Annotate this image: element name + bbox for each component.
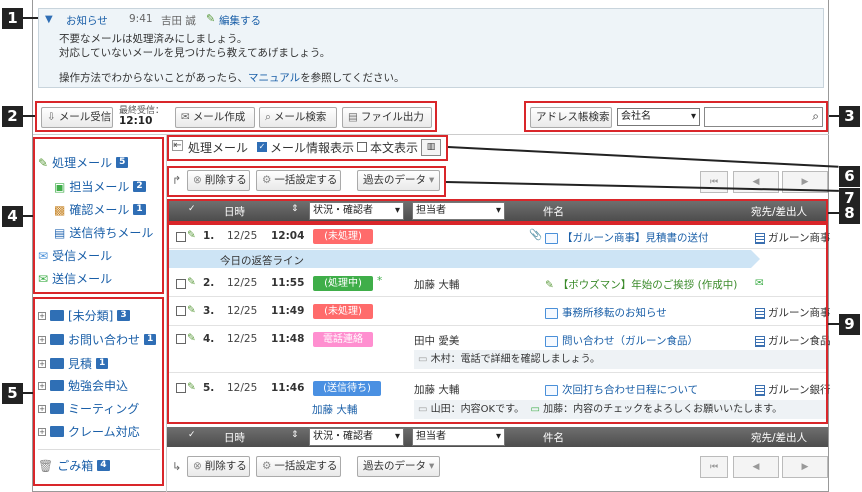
notice-author: 吉田 誠 [161, 15, 196, 27]
past-data-button-bottom[interactable]: 過去のデータ ▾ [357, 456, 440, 477]
footer-select-all[interactable]: ✓ [188, 430, 196, 440]
callout-box-2 [35, 101, 437, 132]
footer-sender[interactable]: 宛先/差出人 [751, 430, 807, 445]
marker-4: 4 [2, 206, 23, 227]
pencil-icon: ✎ [206, 12, 216, 25]
footer-subject[interactable]: 件名 [543, 430, 564, 445]
marker-8: 8 [839, 203, 860, 224]
footer-assignee-select[interactable]: 担当者 [412, 428, 505, 446]
notice-line1: 不要なメールは処理済みにしましょう。 [59, 33, 248, 45]
marker-2: 2 [2, 106, 23, 127]
notice-line3-pre: 操作方法でわからないことがあったら、 [59, 72, 248, 84]
callout-box-9 [167, 223, 828, 424]
delete-label: 削除する [204, 460, 247, 472]
marker-6: 6 [839, 166, 860, 187]
past-data-label: 過去のデータ [363, 460, 426, 472]
marker-8-line [828, 212, 839, 214]
marker-3: 3 [839, 106, 860, 127]
table-footer-header: ✓ 日時 ⇕ 状況・確認者 担当者 件名 宛先/差出人 [167, 427, 828, 447]
bulk-set-button-bottom[interactable]: ⚙ 一括設定する [256, 456, 341, 477]
notice-line3: 操作方法でわからないことがあったら、マニュアルを参照してください。 [59, 70, 405, 85]
marker-1-line [23, 17, 38, 19]
notice-line3-post: を参照してください。 [300, 72, 405, 84]
marker-1: 1 [2, 8, 23, 29]
callout-box-4 [33, 137, 164, 294]
marker-4-line [23, 215, 33, 217]
callout-box-8 [167, 199, 828, 223]
collapse-icon[interactable]: ▼ [45, 14, 53, 25]
delete-button-bottom[interactable]: ⊗ 削除する [187, 456, 250, 477]
notice-title[interactable]: お知らせ [66, 13, 108, 28]
footer-status-select[interactable]: 状況・確認者 [309, 428, 404, 446]
marker-9: 9 [839, 314, 860, 335]
first-page-button[interactable]: ⏮ [700, 171, 728, 193]
first-page-button-bottom[interactable]: ⏮ [700, 456, 728, 478]
manual-link[interactable]: マニュアル [248, 72, 300, 84]
delete-icon: ⊗ [193, 460, 202, 472]
prev-page-button-bottom[interactable]: ◀ [733, 456, 779, 478]
bulk-label: 一括設定する [274, 460, 338, 472]
select-arrow-bottom-icon: ↳ [172, 460, 182, 473]
edit-link[interactable]: 編集する [219, 13, 261, 28]
notice-time: 9:41 [129, 13, 153, 25]
marker-9-line [828, 323, 839, 325]
callout-box-7 [167, 166, 446, 197]
marker-5-line [23, 392, 33, 394]
marker-2-line [23, 115, 35, 117]
gear-icon: ⚙ [262, 460, 272, 472]
next-page-button-bottom[interactable]: ▶ [782, 456, 828, 478]
notice-line2: 対応していないメールを見つけたら教えてあげましょう。 [59, 47, 331, 59]
footer-date[interactable]: 日時 [224, 430, 245, 445]
callout-box-5 [33, 297, 164, 486]
footer-sort-icon[interactable]: ⇕ [291, 430, 299, 440]
chevron-down-icon: ▾ [429, 460, 435, 472]
callout-box-6 [167, 135, 448, 161]
marker-5: 5 [2, 383, 23, 404]
notice-panel: ▼ お知らせ 9:41 吉田 誠 ✎ 編集する 不要なメールは処理済みにしましょ… [38, 8, 824, 88]
marker-3-line [829, 115, 839, 117]
callout-box-3 [524, 101, 828, 132]
